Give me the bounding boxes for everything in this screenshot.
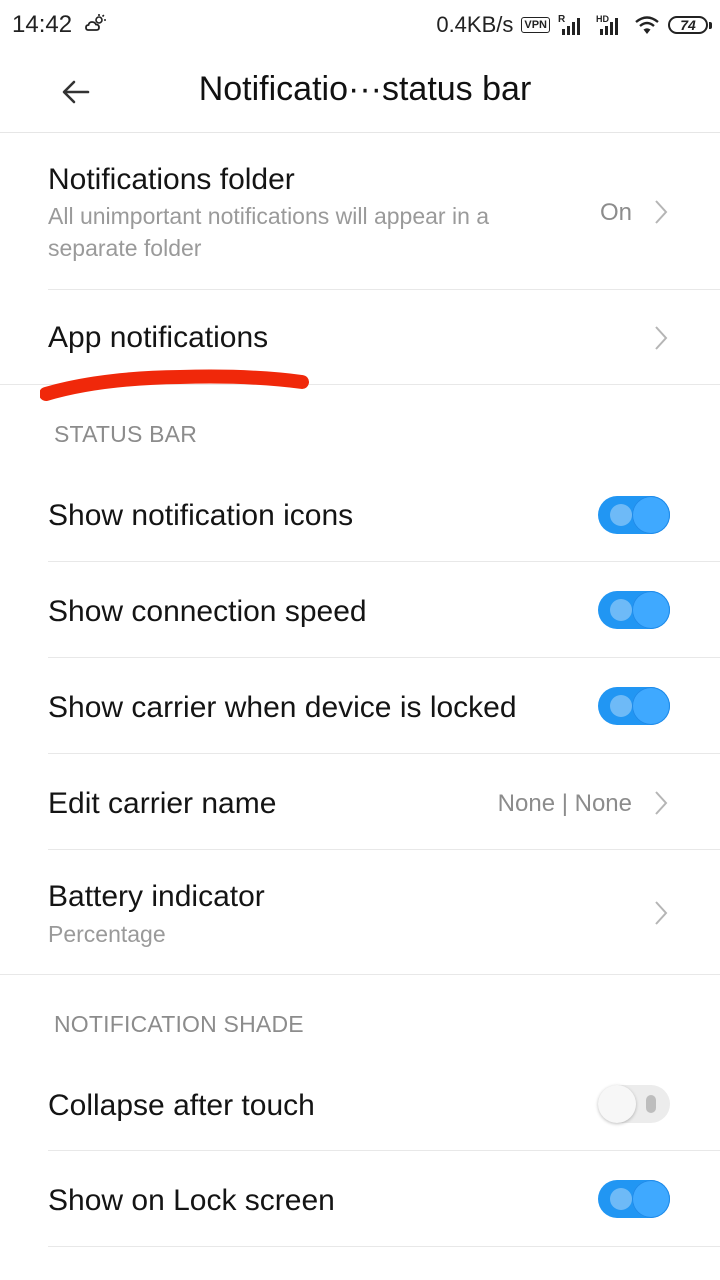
show-notification-icons-toggle[interactable] xyxy=(598,496,670,534)
status-time: 14:42 xyxy=(12,11,73,38)
collapse-after-touch-row[interactable]: Collapse after touch xyxy=(48,1055,720,1151)
chevron-right-icon xyxy=(655,791,668,815)
edit-carrier-name-value: None | None xyxy=(497,790,632,817)
show-notification-icons-title: Show notification icons xyxy=(48,499,354,532)
app-notifications-title: App notifications xyxy=(48,321,269,354)
app-bar: Notificatio···status bar xyxy=(0,50,720,133)
show-on-lock-screen-title: Show on Lock screen xyxy=(48,1184,335,1217)
vpn-icon: VPN xyxy=(521,17,550,33)
notifications-folder-title: Notifications folder xyxy=(48,163,295,196)
notifications-folder-subtitle: All unimportant notifications will appea… xyxy=(48,203,490,261)
hd-signal-icon: HD xyxy=(596,14,618,35)
red-annotation-stroke xyxy=(40,369,309,401)
svg-text:R: R xyxy=(558,14,566,25)
battery-level: 74 xyxy=(680,17,696,33)
network-speed: 0.4KB/s xyxy=(436,12,514,37)
svg-text:HD: HD xyxy=(596,14,609,24)
edit-carrier-name-row[interactable]: Edit carrier name None | None xyxy=(48,754,720,850)
chevron-right-icon xyxy=(655,901,668,925)
show-connection-speed-toggle[interactable] xyxy=(598,591,670,629)
battery-indicator-title: Battery indicator xyxy=(48,880,265,913)
signal-icon: R xyxy=(558,14,580,35)
page-title: Notificatio···status bar xyxy=(198,70,532,108)
battery-indicator-subtitle: Percentage xyxy=(48,921,166,947)
show-notification-icons-row[interactable]: Show notification icons xyxy=(48,466,720,562)
show-connection-speed-title: Show connection speed xyxy=(48,595,367,628)
section-header-status-bar: STATUS BAR xyxy=(54,421,197,447)
notifications-folder-row[interactable]: Notifications folder All unimportant not… xyxy=(48,133,720,290)
show-on-lock-screen-toggle[interactable] xyxy=(598,1180,670,1218)
notifications-folder-value: On xyxy=(599,199,632,226)
battery-icon: 74 xyxy=(668,16,712,34)
show-carrier-locked-title: Show carrier when device is locked xyxy=(48,691,517,724)
chevron-right-icon xyxy=(655,200,668,224)
collapse-after-touch-title: Collapse after touch xyxy=(48,1089,315,1122)
show-connection-speed-row[interactable]: Show connection speed xyxy=(48,562,720,658)
chevron-right-icon xyxy=(655,326,668,350)
edit-carrier-name-title: Edit carrier name xyxy=(48,787,277,820)
show-on-lock-screen-row[interactable]: Show on Lock screen xyxy=(48,1151,720,1247)
weather-icon xyxy=(85,14,106,31)
collapse-after-touch-toggle[interactable] xyxy=(598,1085,670,1123)
show-carrier-locked-row[interactable]: Show carrier when device is locked xyxy=(48,658,720,754)
wifi-icon xyxy=(635,16,659,34)
section-divider xyxy=(0,974,720,975)
show-carrier-locked-toggle[interactable] xyxy=(598,687,670,725)
section-header-notification-shade: NOTIFICATION SHADE xyxy=(54,1011,304,1037)
status-bar: 14:42 0.4KB/s VPN R HD 74 xyxy=(0,0,720,50)
battery-indicator-row[interactable]: Battery indicator Percentage xyxy=(48,850,720,974)
